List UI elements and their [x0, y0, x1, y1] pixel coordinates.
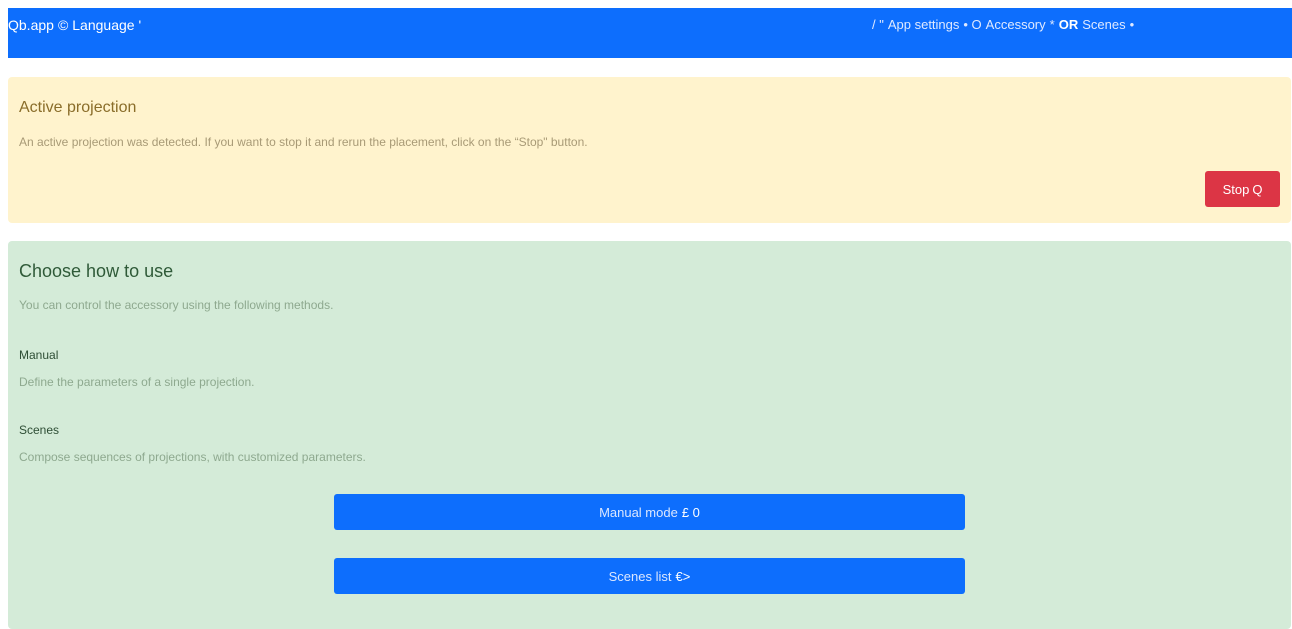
brand[interactable]: Qb.app © Language ' — [8, 17, 141, 33]
active-projection-description: An active projection was detected. If yo… — [19, 135, 588, 149]
brand-name[interactable]: Qb.app — [8, 17, 54, 33]
nav-link-accessory[interactable]: Accessory — [986, 17, 1046, 32]
language-menu[interactable]: Language ' — [72, 17, 141, 33]
stop-button-label: Stop — [1222, 181, 1250, 197]
method-manual-title: Manual — [19, 348, 59, 362]
nav-link-or[interactable]: OR — [1059, 17, 1079, 32]
active-projection-card: Active projection An active projection w… — [8, 77, 1291, 223]
nav-link-scenes[interactable]: Scenes — [1082, 17, 1125, 32]
scenes-list-icon: €> — [675, 568, 691, 584]
top-navbar: Qb.app © Language ' / " App settings • O… — [8, 8, 1292, 58]
manual-mode-button[interactable]: Manual mode £ 0 — [334, 494, 965, 530]
manual-mode-label: Manual mode — [599, 504, 678, 520]
stop-button[interactable]: Stop Q — [1205, 171, 1280, 207]
method-scenes-description: Compose sequences of projections, with c… — [19, 450, 366, 464]
nav-prefix: / " — [872, 17, 884, 32]
nav-link-app-settings[interactable]: App settings — [888, 17, 960, 32]
nav-separator: • O — [963, 17, 982, 32]
method-scenes-title: Scenes — [19, 423, 60, 437]
stop-icon: Q — [1252, 181, 1263, 197]
manual-mode-icon: £ 0 — [681, 504, 700, 520]
method-manual-description: Define the parameters of a single projec… — [19, 375, 255, 389]
choose-usage-title: Choose how to use — [19, 261, 174, 281]
nav-separator: • — [1129, 17, 1135, 32]
nav-separator: * — [1049, 17, 1055, 32]
copyright-icon: © — [57, 17, 69, 33]
nav-links: / " App settings • O Accessory * OR Scen… — [872, 17, 1134, 32]
usage-intro: You can control the accessory using the … — [19, 298, 334, 312]
active-projection-title: Active projection — [19, 99, 137, 116]
scenes-list-button[interactable]: Scenes list €> — [334, 558, 965, 594]
scenes-list-label: Scenes list — [608, 568, 672, 584]
choose-usage-card: Choose how to use You can control the ac… — [8, 241, 1291, 629]
